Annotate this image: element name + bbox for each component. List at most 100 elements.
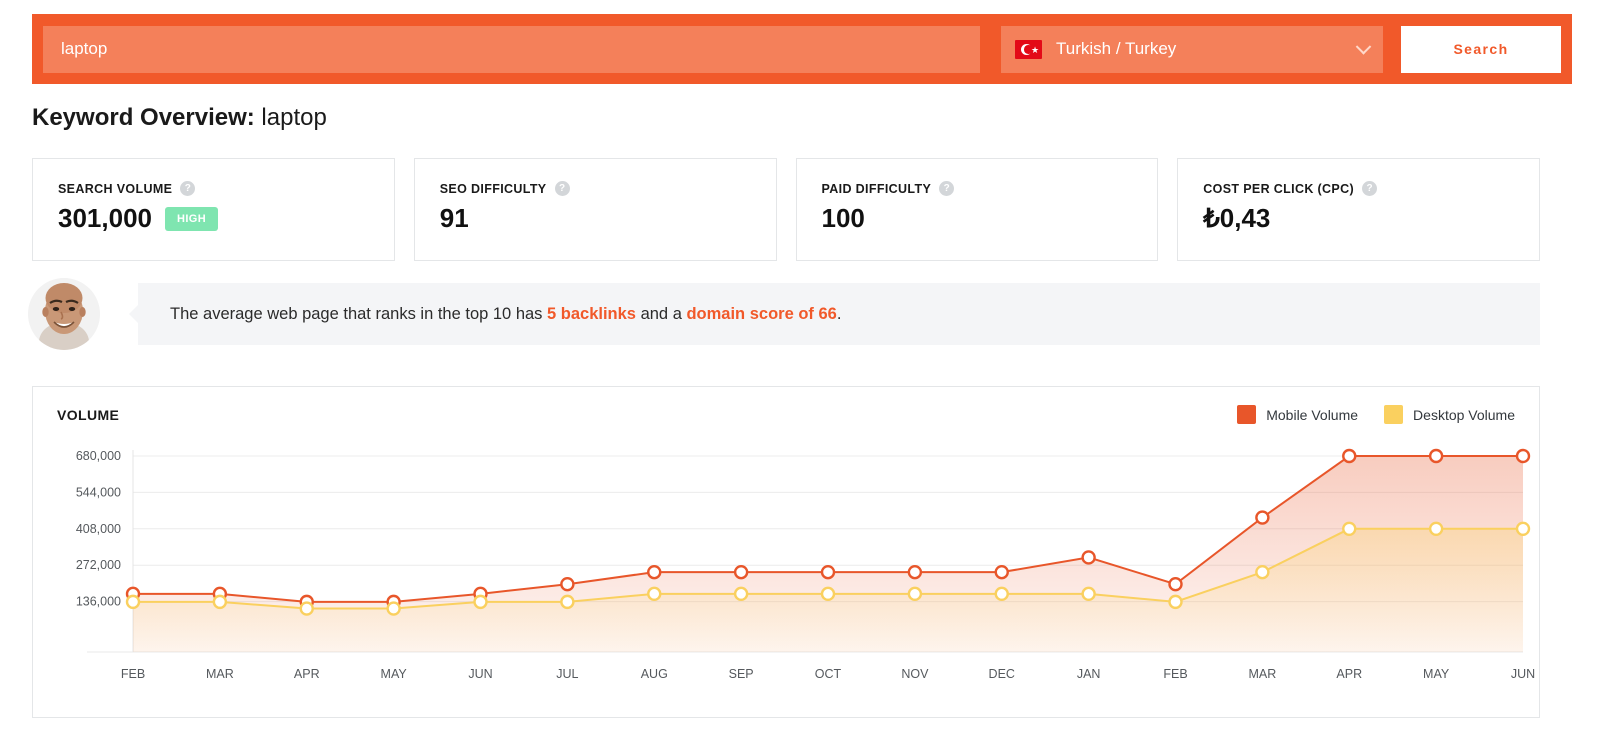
- x-axis-tick: FEB: [121, 667, 145, 681]
- data-point[interactable]: [1168, 594, 1183, 610]
- data-point[interactable]: [907, 586, 923, 602]
- chart-plot-area: 136,000 272,000 408,000 544,000 680,000 FEB MA…: [33, 442, 1539, 688]
- help-icon[interactable]: ?: [180, 181, 196, 196]
- metric-card-head: PAID DIFFICULTY?: [822, 181, 1133, 196]
- tip-box: The average web page that ranks in the t…: [129, 283, 1540, 345]
- metric-card-3: COST PER CLICK (CPC)? ₺0,43: [1177, 158, 1540, 261]
- x-axis-tick: JAN: [1077, 667, 1101, 681]
- x-axis-tick: FEB: [1163, 667, 1187, 681]
- data-point[interactable]: [212, 594, 228, 610]
- help-icon[interactable]: ?: [1362, 181, 1377, 196]
- tip-text-part2: and a: [636, 304, 687, 323]
- data-point[interactable]: [1515, 521, 1531, 537]
- metric-card-2: PAID DIFFICULTY? 100: [795, 158, 1159, 261]
- chart-header: VOLUME Mobile Volume Desktop Volume: [33, 387, 1539, 424]
- x-axis-tick: MAY: [381, 667, 408, 681]
- legend-swatch-icon: [1237, 405, 1257, 424]
- y-axis-tick: 136,000: [76, 595, 121, 609]
- data-point[interactable]: [1342, 521, 1357, 537]
- data-point[interactable]: [560, 594, 575, 610]
- x-axis-tick: JUL: [556, 667, 578, 681]
- data-point[interactable]: [733, 564, 749, 580]
- x-axis-tick: MAR: [206, 667, 234, 681]
- x-axis-tick: MAY: [1423, 667, 1450, 681]
- x-axis-tick: MAR: [1248, 667, 1276, 681]
- metric-card-value: 91: [439, 203, 469, 233]
- user-avatar: [28, 278, 100, 350]
- data-point[interactable]: [647, 564, 662, 580]
- tip-text-part3: .: [836, 304, 842, 323]
- x-axis-tick: APR: [1336, 667, 1362, 681]
- x-axis-tick: NOV: [901, 667, 929, 681]
- chart-legend: Mobile Volume Desktop Volume: [1237, 405, 1515, 424]
- chevron-down-icon: [1355, 39, 1372, 55]
- legend-label: Mobile Volume: [1266, 406, 1359, 423]
- metric-card-value-row: 100: [822, 203, 1133, 234]
- status-badge: HIGH: [164, 206, 219, 231]
- metric-card-value-row: 91: [440, 203, 751, 234]
- search-button[interactable]: Search: [1401, 25, 1561, 73]
- x-axis-tick: AUG: [641, 667, 668, 681]
- legend-swatch-icon: [1384, 405, 1404, 424]
- metric-card-0: SEARCH VOLUME? 301,000 HIGH: [32, 158, 395, 261]
- data-point[interactable]: [733, 586, 749, 602]
- metric-card-head: SEO DIFFICULTY?: [440, 181, 751, 196]
- locale-selector[interactable]: ★ Turkish / Turkey: [1001, 25, 1383, 73]
- metric-card-label: COST PER CLICK (CPC): [1203, 181, 1354, 196]
- data-point[interactable]: [994, 586, 1009, 602]
- locale-label: Turkish / Turkey: [1056, 39, 1177, 58]
- help-icon[interactable]: ?: [939, 181, 955, 196]
- y-axis-tick: 544,000: [76, 485, 121, 499]
- data-point[interactable]: [820, 586, 836, 602]
- metric-card-value: 301,000: [58, 203, 152, 233]
- tip-text: The average web page that ranks in the t…: [170, 305, 841, 324]
- data-point[interactable]: [1255, 564, 1270, 580]
- y-axis-tick: 272,000: [76, 558, 121, 572]
- metric-card-head: COST PER CLICK (CPC)?: [1203, 181, 1514, 196]
- x-axis-tick: JUN: [1511, 667, 1535, 681]
- metric-card-head: SEARCH VOLUME?: [58, 181, 369, 196]
- legend-item-1[interactable]: Desktop Volume: [1384, 405, 1515, 424]
- page-title: Keyword Overview: laptop: [32, 104, 327, 132]
- data-point[interactable]: [1428, 448, 1444, 464]
- tip-highlight-backlinks[interactable]: 5 backlinks: [547, 305, 636, 323]
- data-point[interactable]: [647, 586, 662, 602]
- metric-card-value-row: ₺0,43: [1203, 203, 1514, 234]
- x-axis-tick: JUN: [468, 667, 492, 681]
- data-point[interactable]: [1081, 586, 1096, 602]
- data-point[interactable]: [1515, 448, 1531, 464]
- help-icon[interactable]: ?: [554, 181, 570, 196]
- data-point[interactable]: [473, 594, 488, 610]
- turkey-flag-icon: ★: [1015, 39, 1042, 59]
- data-point[interactable]: [1255, 510, 1270, 525]
- legend-label: Desktop Volume: [1413, 406, 1515, 423]
- x-axis-tick: OCT: [815, 667, 842, 681]
- data-point[interactable]: [1342, 448, 1357, 464]
- data-point[interactable]: [560, 577, 575, 592]
- tip-text-part1: The average web page that ranks in the t…: [170, 304, 548, 323]
- metric-card-label: PAID DIFFICULTY: [821, 181, 932, 196]
- keyword-overview-page: ★ Turkish / Turkey Search Keyword Overvi…: [0, 0, 1606, 732]
- x-axis-tick: DEC: [989, 667, 1015, 681]
- legend-item-0[interactable]: Mobile Volume: [1237, 405, 1358, 424]
- metric-card-label: SEO DIFFICULTY: [439, 181, 547, 196]
- data-point[interactable]: [1428, 521, 1444, 537]
- data-point[interactable]: [386, 601, 401, 616]
- page-title-prefix: Keyword Overview:: [32, 104, 255, 131]
- data-point[interactable]: [994, 564, 1009, 580]
- tip-highlight-domain-score[interactable]: domain score of 66: [686, 305, 836, 323]
- search-input[interactable]: [43, 25, 980, 73]
- volume-line-chart[interactable]: 136,000 272,000 408,000 544,000 680,000 FEB MA…: [33, 442, 1539, 688]
- metric-card-value-row: 301,000 HIGH: [58, 203, 369, 234]
- data-point[interactable]: [125, 594, 141, 610]
- data-point[interactable]: [1168, 577, 1183, 592]
- y-axis-tick: 680,000: [76, 449, 121, 463]
- tip-banner: The average web page that ranks in the t…: [28, 278, 1540, 350]
- y-axis-tick: 408,000: [76, 522, 121, 536]
- page-title-keyword: laptop: [261, 104, 327, 131]
- data-point[interactable]: [907, 564, 923, 580]
- data-point[interactable]: [820, 564, 836, 580]
- x-axis-tick: APR: [294, 667, 320, 681]
- data-point[interactable]: [1081, 550, 1096, 565]
- data-point[interactable]: [299, 601, 314, 616]
